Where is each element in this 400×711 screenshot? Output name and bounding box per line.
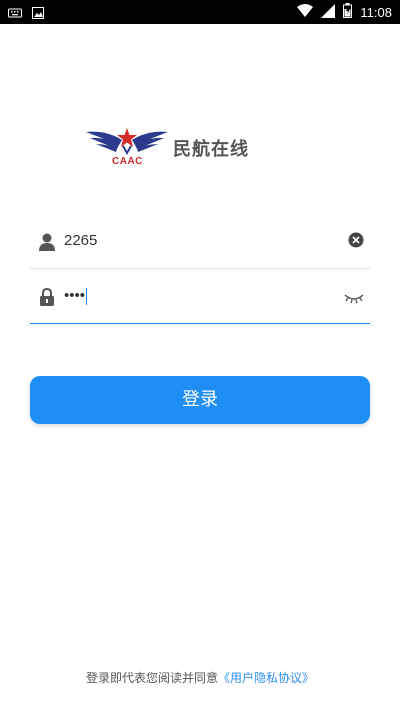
username-field[interactable]: 2265 — [30, 218, 370, 269]
keyboard-icon — [8, 4, 22, 23]
eye-closed-icon[interactable] — [344, 290, 364, 309]
status-time: 11:08 — [360, 5, 392, 20]
status-right: 11:08 — [297, 3, 392, 22]
app-name: 民航在线 — [173, 139, 249, 160]
lock-icon — [39, 287, 55, 306]
user-icon — [39, 233, 55, 251]
password-value[interactable]: •••• — [64, 287, 88, 305]
image-icon — [32, 4, 44, 23]
caac-badge-text: CAAC — [112, 156, 143, 167]
clear-icon[interactable] — [348, 232, 364, 252]
agreement-prefix: 登录即代表您阅读并同意 — [85, 671, 218, 685]
password-field[interactable]: •••• — [30, 273, 370, 324]
status-left — [8, 4, 44, 23]
agreement-text: 登录即代表您阅读并同意《用户隐私协议》 — [0, 669, 400, 686]
signal-icon — [321, 3, 336, 22]
privacy-agreement-link[interactable]: 《用户隐私协议》 — [218, 671, 314, 685]
status-bar: 11:08 — [0, 0, 400, 24]
login-button[interactable]: 登录 — [30, 376, 370, 424]
password-mask: •••• — [64, 287, 86, 304]
battery-icon — [343, 3, 353, 22]
username-value[interactable]: 2265 — [64, 232, 97, 249]
wifi-icon — [297, 3, 314, 22]
text-caret — [86, 287, 88, 305]
